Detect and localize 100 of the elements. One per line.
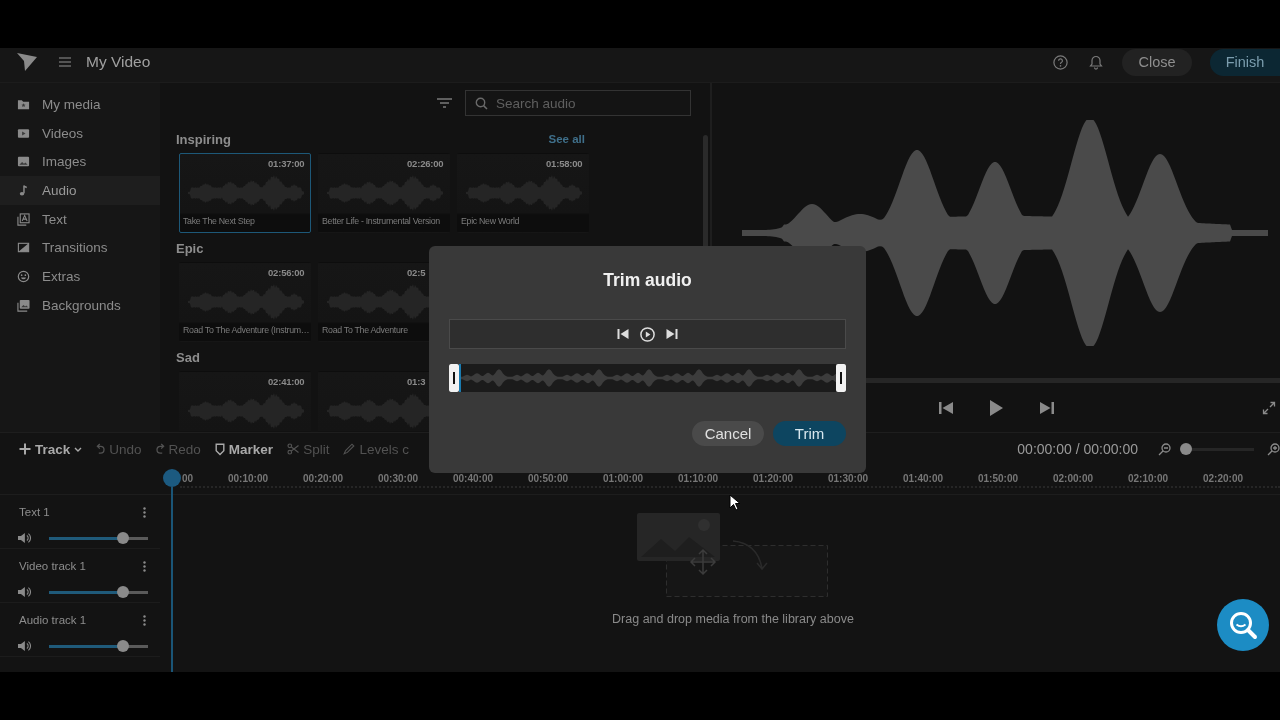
sidebar-item[interactable]: Images xyxy=(0,147,160,177)
slider-thumb[interactable] xyxy=(1180,443,1192,455)
cancel-button[interactable]: Cancel xyxy=(692,421,764,446)
filter-icon[interactable] xyxy=(437,98,452,108)
kebab-menu-icon[interactable] xyxy=(143,560,146,572)
ruler-label: 01:00:00 xyxy=(602,473,643,484)
folder-icon xyxy=(17,97,30,111)
close-button[interactable]: Close xyxy=(1122,48,1192,76)
logo-icon xyxy=(17,53,37,71)
track-name: Text 1 xyxy=(19,506,50,518)
toolbar-button[interactable]: Marker xyxy=(214,441,274,457)
zoom-in-icon[interactable] xyxy=(1267,442,1280,456)
play-circle-icon[interactable] xyxy=(640,326,655,342)
half-filled-square-icon xyxy=(17,241,30,255)
ruler-label: 01:30:00 xyxy=(827,473,868,484)
ruler-label: 00:30:00 xyxy=(377,473,418,484)
skip-back-icon[interactable] xyxy=(617,328,629,340)
kebab-menu-icon[interactable] xyxy=(143,614,146,626)
pencil-icon xyxy=(343,443,356,455)
playback-position-line xyxy=(459,364,461,392)
duration-label: 02:56:00 xyxy=(268,267,306,279)
section-title: Inspiring xyxy=(176,131,231,147)
ruler-label: 00 xyxy=(181,473,193,484)
finish-button[interactable]: Finish xyxy=(1210,48,1280,76)
sidebar-item[interactable]: Text xyxy=(0,204,160,234)
smiley-icon xyxy=(17,269,30,283)
skip-forward-icon[interactable] xyxy=(1038,399,1055,416)
image-stack-icon xyxy=(17,298,30,312)
track-title: Road To The Adventure xyxy=(321,325,409,336)
image-icon xyxy=(17,155,30,169)
trim-button[interactable]: Trim xyxy=(773,421,846,446)
track-title: Better Life - Instrumental Version xyxy=(321,216,441,227)
kebab-menu-icon[interactable] xyxy=(143,506,146,518)
caret-icon xyxy=(74,446,83,452)
text-icon xyxy=(17,212,30,226)
video-icon xyxy=(17,126,30,140)
search-icon xyxy=(1228,610,1258,640)
dialog-title: Trim audio xyxy=(603,269,692,292)
track-title: Road To The Adventure (Instrum… xyxy=(182,325,310,336)
redo-icon xyxy=(155,443,165,455)
undo-icon xyxy=(96,443,106,455)
scissors-icon xyxy=(287,443,300,455)
trim-handle[interactable] xyxy=(449,364,459,392)
search-field[interactable]: Search audio xyxy=(465,90,691,116)
sidebar-item[interactable]: My media xyxy=(0,90,160,119)
toolbar-button[interactable]: Track xyxy=(19,441,83,457)
ruler-label: 02:00:00 xyxy=(1052,473,1093,484)
ruler-label: 02:10:00 xyxy=(1127,473,1168,484)
ruler-label: 01:50:00 xyxy=(977,473,1018,484)
ruler-label: 00:50:00 xyxy=(527,473,568,484)
sidebar-item[interactable]: Backgrounds xyxy=(0,290,160,320)
track-name: Audio track 1 xyxy=(19,614,87,626)
timecode: 00:00:00 / 00:00:00 xyxy=(1017,441,1138,457)
ruler-label: 00:10:00 xyxy=(227,473,268,484)
section-title: Sad xyxy=(176,349,200,365)
skip-back-icon[interactable] xyxy=(937,399,954,416)
speaker-icon[interactable] xyxy=(17,586,31,598)
empty-timeline-hint: Drag and drop media from the library above xyxy=(612,612,854,626)
music-note-icon xyxy=(17,183,30,197)
track-title: Epic New World xyxy=(460,216,521,227)
ruler-label: 00:40:00 xyxy=(452,473,493,484)
ruler-label: 02:20:00 xyxy=(1202,473,1243,484)
slider-thumb[interactable] xyxy=(117,586,130,598)
shield-icon xyxy=(214,442,225,456)
see-all-link[interactable]: See all xyxy=(548,133,585,145)
playhead[interactable] xyxy=(163,469,181,672)
menu-icon[interactable] xyxy=(59,57,71,67)
slider-thumb[interactable] xyxy=(117,640,130,652)
audio-card[interactable]: 01:37:00 Take The Next Step xyxy=(179,153,311,233)
ruler-label: 01:20:00 xyxy=(752,473,793,484)
zoom-out-icon[interactable] xyxy=(1158,442,1171,456)
trim-handle[interactable] xyxy=(836,364,846,392)
sidebar-item[interactable]: Transitions xyxy=(0,233,160,263)
audio-card[interactable]: 02:56:00 Road To The Adventure (Instrum… xyxy=(179,262,311,342)
skip-forward-icon[interactable] xyxy=(666,328,678,340)
speaker-icon[interactable] xyxy=(17,532,31,544)
ruler-label: 01:40:00 xyxy=(902,473,943,484)
plus-icon xyxy=(19,443,31,455)
sidebar-item[interactable]: Extras xyxy=(0,262,160,291)
cursor-icon xyxy=(729,494,741,511)
search-icon xyxy=(475,96,488,110)
section-title: Epic xyxy=(176,240,204,256)
fullscreen-icon[interactable] xyxy=(1262,400,1276,415)
audio-card[interactable]: 01:58:00 Epic New World xyxy=(457,153,589,233)
bell-icon[interactable] xyxy=(1089,54,1103,70)
track-title: Take The Next Step xyxy=(182,216,256,227)
duration-label: 01:3 xyxy=(407,376,427,388)
help-icon[interactable] xyxy=(1053,54,1068,70)
audio-card[interactable]: 02:26:00 Better Life - Instrumental Version xyxy=(318,153,450,233)
ruler-label: 00:20:00 xyxy=(302,473,343,484)
duration-label: 02:26:00 xyxy=(407,158,445,170)
audio-card[interactable]: 02:41:00 xyxy=(179,371,311,432)
ruler-label: 01:10:00 xyxy=(677,473,718,484)
speaker-icon[interactable] xyxy=(17,640,31,652)
sidebar-item[interactable]: Videos xyxy=(0,118,160,148)
project-title: My Video xyxy=(86,53,151,71)
play-icon[interactable] xyxy=(988,398,1004,417)
slider-thumb[interactable] xyxy=(117,532,130,544)
sidebar-item[interactable]: Audio xyxy=(0,176,160,205)
duration-label: 02:5 xyxy=(407,267,427,279)
